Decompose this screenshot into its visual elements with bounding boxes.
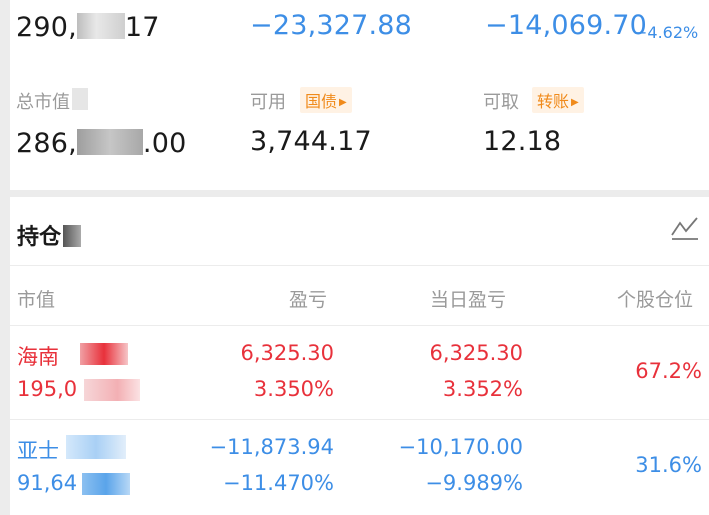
divider xyxy=(10,419,709,420)
pnl-pct: −11.470% xyxy=(222,471,334,495)
stock-market-value: 91,64 xyxy=(17,471,78,495)
holdings-title: 持仓 xyxy=(17,219,82,251)
pnl-pct: 3.350% xyxy=(253,377,334,401)
holdings-panel: 持仓 市值 盈亏 当日盈亏 个股仓位 海南 195,0 6,325.30 3.3… xyxy=(10,197,709,515)
masked-text xyxy=(66,435,126,459)
caret-right-icon: ▶ xyxy=(339,97,347,108)
position-weight: 31.6% xyxy=(635,453,702,477)
col-today-pnl[interactable]: 当日盈亏 xyxy=(430,285,506,312)
transfer-link[interactable]: 转账 ▶ xyxy=(532,87,584,113)
masked-text xyxy=(72,88,88,110)
divider xyxy=(10,325,709,326)
stock-name: 亚士 xyxy=(17,439,59,463)
market-value: 286, .00 xyxy=(16,128,187,159)
total-pnl-value: −23,327.88 xyxy=(250,10,413,41)
stock-market-value: 195,0 xyxy=(17,377,78,401)
today-pnl-value: 6,325.30 xyxy=(429,341,523,365)
pnl-value: 6,325.30 xyxy=(240,341,334,365)
divider xyxy=(10,265,709,266)
stock-name: 海南 xyxy=(17,345,59,369)
bond-link[interactable]: 国债 ▶ xyxy=(300,87,352,113)
account-summary: 290, 17 −23,327.88 −14,069.70 −4.62% 总市值 … xyxy=(10,0,709,190)
pnl-value: −11,873.94 xyxy=(209,435,334,459)
today-pnl-pct: −4.62% xyxy=(634,23,699,42)
withdrawable-label: 可取 xyxy=(483,92,519,113)
col-pnl[interactable]: 盈亏 xyxy=(289,285,327,312)
withdrawable-value: 12.18 xyxy=(483,126,562,157)
today-pnl-value: −14,069.70 xyxy=(485,10,648,41)
masked-text xyxy=(80,343,128,365)
col-market-value[interactable]: 市值 xyxy=(17,285,55,312)
today-pnl-pct: −9.989% xyxy=(425,471,523,495)
masked-text xyxy=(84,379,140,401)
col-position-weight[interactable]: 个股仓位 xyxy=(617,285,693,312)
masked-text xyxy=(82,473,130,495)
trend-chart-icon[interactable] xyxy=(670,215,700,241)
available-value: 3,744.17 xyxy=(250,126,372,157)
today-pnl-value: −10,170.00 xyxy=(398,435,523,459)
total-assets-value: 290, 17 xyxy=(16,12,160,43)
today-pnl-pct: 3.352% xyxy=(442,377,523,401)
market-value-label: 总市值 xyxy=(16,92,70,113)
position-weight: 67.2% xyxy=(635,359,702,383)
available-label: 可用 xyxy=(250,92,286,113)
caret-right-icon: ▶ xyxy=(571,97,579,108)
